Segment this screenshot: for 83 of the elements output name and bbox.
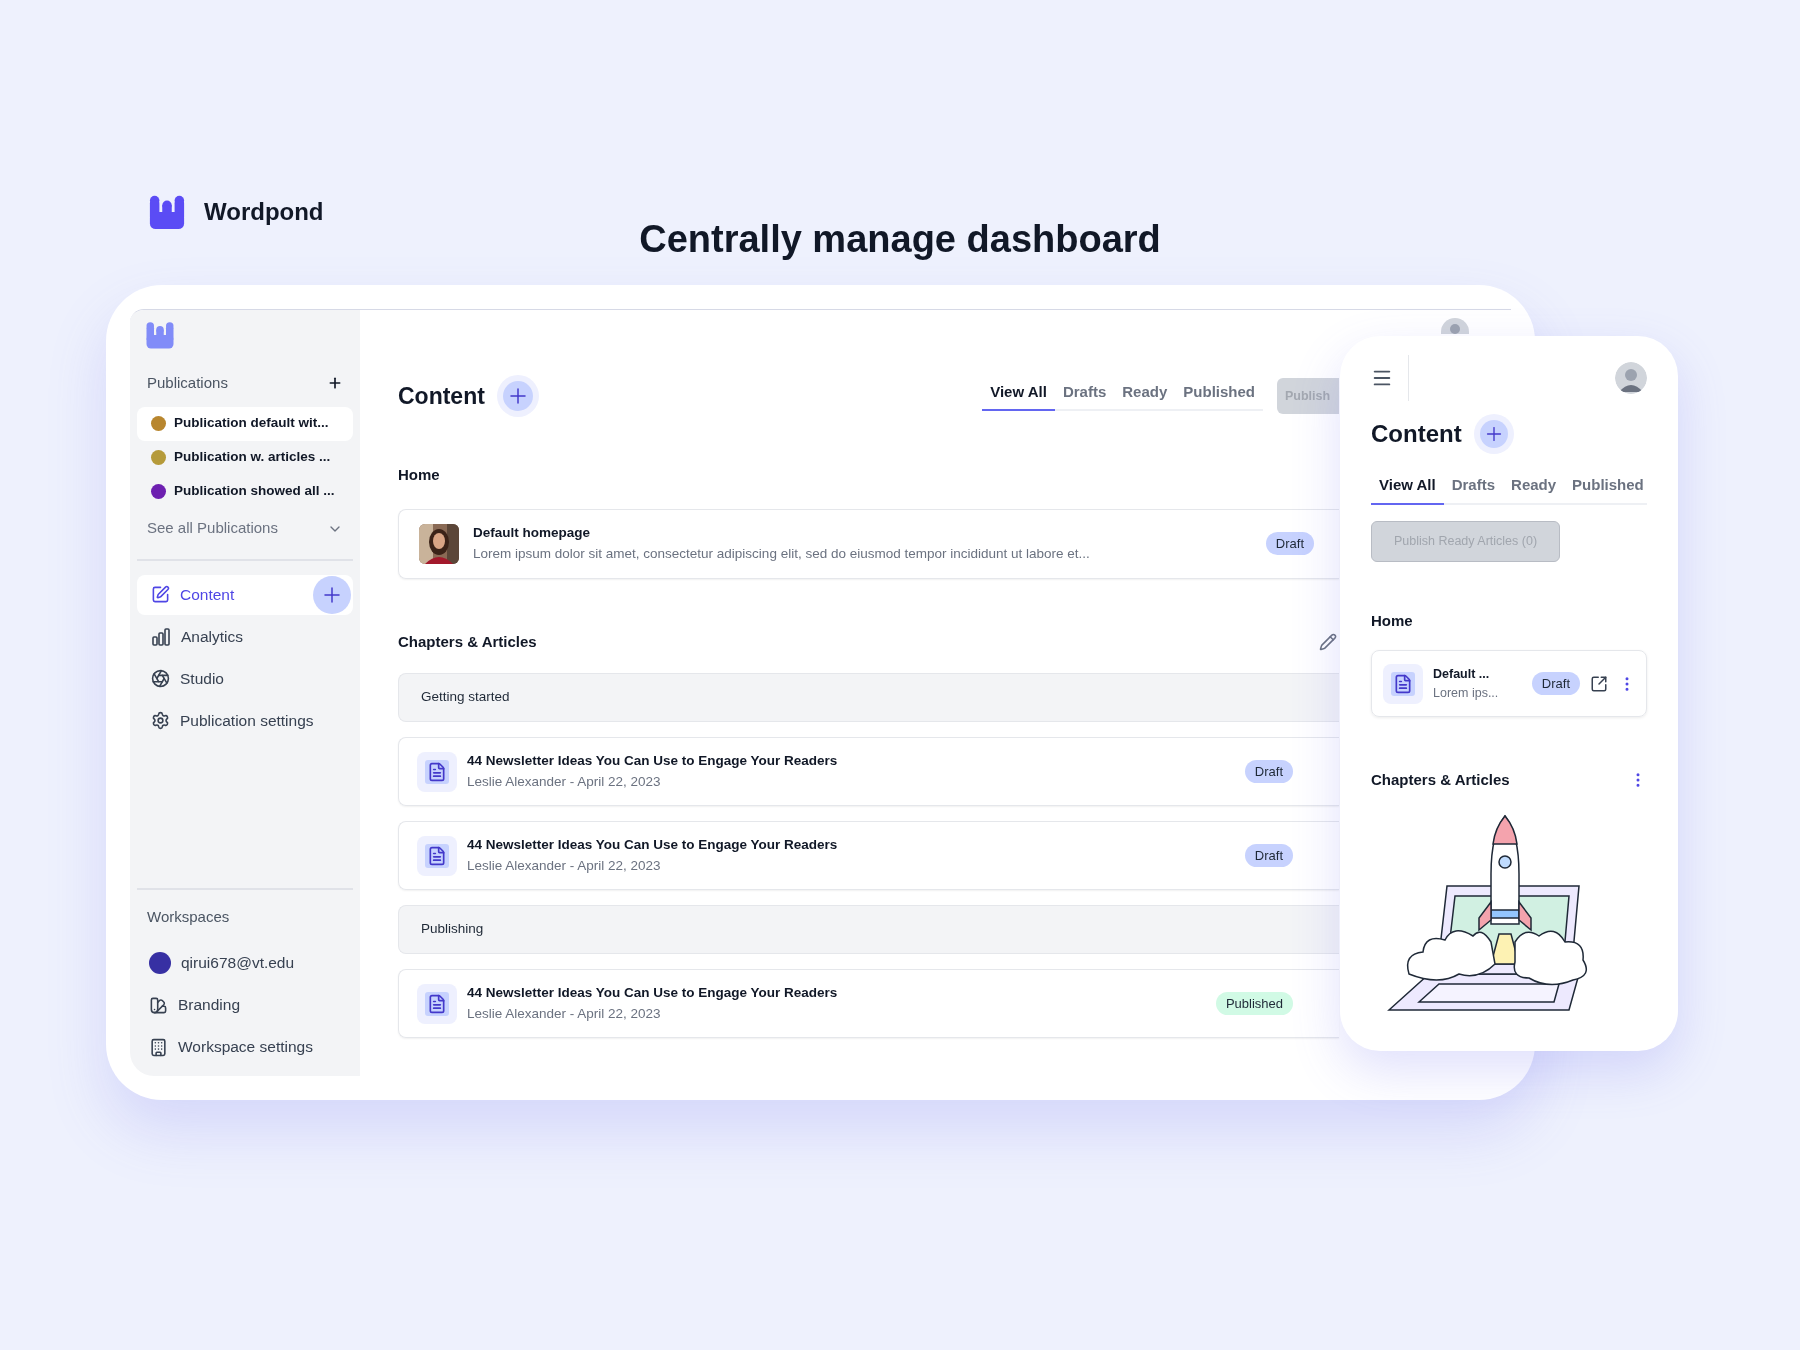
article-card[interactable]: 44 Newsletter Ideas You Can Use to Engage Your Readers Leslie Alexander - April 22, 2023 Draft: [398, 737, 1339, 806]
section-label: Workspaces: [146, 906, 231, 927]
tab[interactable]: Drafts: [1054, 380, 1115, 412]
tab[interactable]: Drafts: [1443, 474, 1504, 505]
status-badge: Draft: [1244, 759, 1293, 784]
status-badge: Draft: [1531, 671, 1580, 696]
homepage-card[interactable]: Default homepage Lorem ipsum dolor sit amet, consectetur adipiscing elit, sed do eiusmod tempor incididunt ut labore et... Draft: [398, 508, 1339, 579]
page-title: Default ...: [1433, 665, 1491, 683]
see-all-link[interactable]: See all Publications: [147, 517, 278, 540]
nav-label: Analytics: [181, 626, 245, 647]
workspace-item[interactable]: Workspace settings: [137, 1026, 353, 1068]
edit-icon: [151, 585, 170, 604]
chapter-bar[interactable]: Getting started: [398, 673, 1339, 722]
tab[interactable]: Published: [1564, 474, 1652, 505]
aperture-icon: [151, 669, 170, 688]
page-title: Content: [1371, 419, 1462, 449]
article-byline: Leslie Alexander - April 22, 2023: [467, 1004, 662, 1023]
publication-item[interactable]: Publication showed all ...: [137, 474, 353, 509]
tab[interactable]: Ready: [1114, 380, 1176, 412]
status-badge: Published: [1215, 991, 1293, 1016]
external-link-icon[interactable]: [1590, 674, 1608, 693]
article-title: 44 Newsletter Ideas You Can Use to Engage Your Readers: [467, 984, 839, 1003]
publication-name: Publication w. articles ...: [174, 448, 331, 467]
publication-name: Publication default wit...: [174, 414, 329, 433]
nav-item[interactable]: Analytics: [137, 616, 353, 657]
status-badge: Draft: [1265, 531, 1314, 556]
tab[interactable]: Published: [1175, 380, 1263, 412]
page-headline: Centrally manage dashboard: [639, 217, 1161, 262]
article-byline: Leslie Alexander - April 22, 2023: [467, 772, 662, 791]
brand-name: Wordpond: [204, 197, 324, 227]
settings-icon: [151, 711, 170, 730]
add-content-button[interactable]: [496, 375, 539, 417]
workspace-label: Branding: [178, 995, 241, 1016]
tab[interactable]: Ready: [1503, 474, 1565, 505]
sidebar-logo: [145, 320, 175, 350]
user-avatar[interactable]: [1615, 362, 1647, 394]
workspace-label: Workspace settings: [178, 1037, 313, 1058]
workspace-item[interactable]: Branding: [137, 984, 353, 1026]
bar-chart-icon: [151, 626, 171, 647]
chapter-name: Getting started: [421, 688, 510, 707]
swatch-icon: [149, 995, 168, 1015]
page-title: Content: [398, 381, 485, 411]
page-excerpt: Lorem ipsum dolor sit amet, consectetur adipiscing elit, sed do eiusmod tempor incididunt ut labore et...: [473, 544, 1091, 563]
nav-label: Content: [180, 584, 236, 605]
add-content-button[interactable]: [1473, 414, 1514, 454]
publication-item[interactable]: Publication w. articles ...: [137, 440, 353, 475]
status-badge: Draft: [1244, 843, 1293, 868]
section-label: Publications: [147, 373, 228, 393]
article-card[interactable]: 44 Newsletter Ideas You Can Use to Engage Your Readers Leslie Alexander - April 22, 2023 Draft: [398, 821, 1339, 890]
nav-label: Studio: [180, 668, 225, 689]
tab[interactable]: View All: [982, 380, 1055, 412]
article-title: 44 Newsletter Ideas You Can Use to Engage Your Readers: [467, 836, 839, 855]
pencil-icon[interactable]: [1319, 632, 1337, 651]
page-title: Default homepage: [473, 524, 592, 543]
tab[interactable]: View All: [1371, 474, 1444, 505]
page-excerpt: Lorem ips...: [1433, 684, 1500, 702]
nav-label: Publication settings: [180, 710, 315, 731]
section-heading: Chapters & Articles: [398, 631, 538, 652]
section-heading: Home: [1371, 610, 1414, 631]
article-title: 44 Newsletter Ideas You Can Use to Engage Your Readers: [467, 752, 839, 771]
homepage-card[interactable]: Default ... Lorem ips... Draft: [1371, 650, 1647, 717]
chapter-name: Publishing: [421, 920, 484, 939]
user-avatar[interactable]: [1441, 318, 1469, 334]
brand-logo: [148, 193, 186, 231]
article-card[interactable]: 44 Newsletter Ideas You Can Use to Engage Your Readers Leslie Alexander - April 22, 2023 Published: [398, 969, 1339, 1038]
building-icon: [149, 1037, 168, 1057]
document-icon: [417, 835, 457, 876]
publication-name: Publication showed all ...: [174, 482, 335, 501]
document-icon: [417, 751, 457, 792]
publication-item[interactable]: Publication default wit...: [137, 406, 353, 441]
section-heading: Home: [398, 465, 441, 485]
nav-item[interactable]: Studio: [137, 658, 353, 699]
add-content-button[interactable]: [313, 575, 351, 614]
article-byline: Leslie Alexander - April 22, 2023: [467, 856, 662, 875]
section-heading: Chapters & Articles: [1371, 770, 1511, 790]
account-avatar: [149, 952, 171, 974]
nav-item[interactable]: Content: [137, 574, 353, 615]
workspace-item[interactable]: qirui678@vt.edu: [137, 942, 353, 984]
document-icon: [417, 983, 457, 1024]
workspace-label: qirui678@vt.edu: [181, 953, 295, 974]
document-icon: [1383, 663, 1423, 704]
nav-item[interactable]: Publication settings: [137, 700, 353, 741]
chapter-bar[interactable]: Publishing: [398, 905, 1339, 954]
